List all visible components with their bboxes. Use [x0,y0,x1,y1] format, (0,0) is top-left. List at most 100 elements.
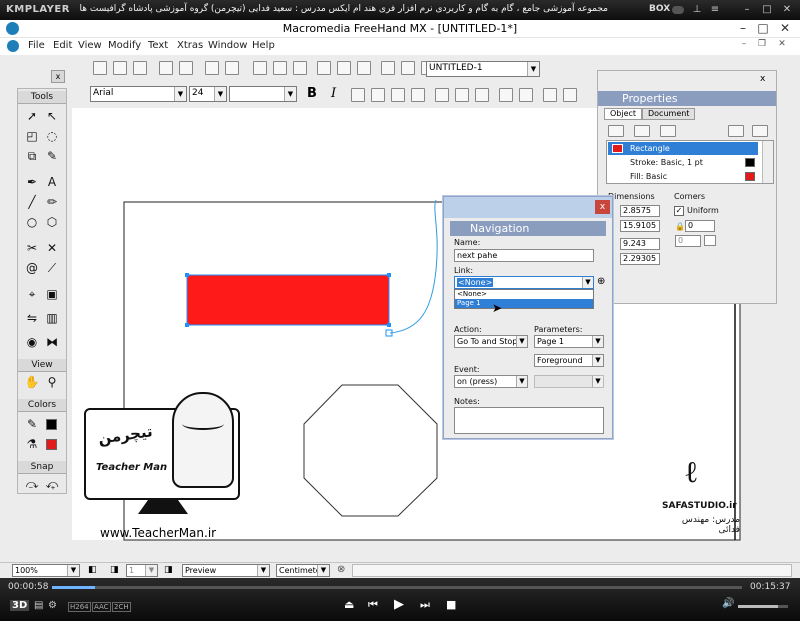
next-page-icon[interactable]: ◨ [110,565,119,575]
view-mode-select[interactable]: Preview ▼ [182,564,270,577]
tab-object[interactable]: Object [604,108,643,120]
corner-shape-icon[interactable] [704,235,716,246]
parameter-page-select[interactable]: Page 1 ▼ [534,335,604,348]
trace-icon[interactable]: ⌖ [24,287,40,301]
settings-icon[interactable]: ⚙ [48,600,57,611]
link-option-page1[interactable]: Page 1 [455,299,593,308]
pen-icon[interactable]: ✒ [24,175,40,189]
scale-icon[interactable]: ⧉ [24,149,40,163]
list-item-stroke[interactable]: Stroke: Basic, 1 pt [608,156,758,169]
properties-title: Properties [622,92,678,105]
chevron-down-icon[interactable]: ▼ [257,565,269,576]
snap-guide-icon[interactable]: ⤽ [44,477,60,491]
eyedropper-icon[interactable]: ✎ [44,149,60,163]
tab-document[interactable]: Document [642,108,696,120]
brush-icon[interactable]: ⟋ [44,261,60,275]
chevron-down-icon[interactable]: ▼ [516,376,527,387]
red-rectangle[interactable] [186,274,390,326]
stroke-icon[interactable]: ✎ [24,417,40,431]
chevron-down-icon[interactable]: ▼ [592,376,603,387]
knife-icon[interactable]: ✂ [24,241,40,255]
add-fill-icon[interactable] [634,125,650,137]
handle-bottom-left [185,323,189,327]
tools-close-button[interactable]: x [51,70,65,83]
ellipse-icon[interactable]: ○ [24,215,40,229]
zoom-icon[interactable]: ⚲ [44,375,60,389]
connector-icon[interactable]: ⧓ [44,335,60,349]
caricature-glasses [182,418,224,430]
trash-icon[interactable] [752,125,768,137]
add-effect-icon[interactable] [660,125,676,137]
hand-icon[interactable]: ✋ [24,375,40,389]
event-select[interactable]: on (press) ▼ [454,375,528,388]
freeform-icon[interactable]: ✕ [44,241,60,255]
chevron-down-icon[interactable]: ▼ [592,355,603,366]
link-select-value: <None> [457,278,494,287]
link-select[interactable]: <None> ▼ [454,276,594,289]
duplicate-icon[interactable] [728,125,744,137]
list-item-fill[interactable]: Fill: Basic [608,170,758,183]
lasso-icon[interactable]: ◌ [44,129,60,143]
chevron-down-icon[interactable]: ▼ [67,565,79,576]
page-select[interactable]: 1 ▼ [126,564,158,577]
subselect-icon[interactable]: ↖ [44,109,60,123]
volume-icon[interactable]: 🔊 [722,598,734,609]
h-field[interactable]: 2.29305 [620,253,660,265]
properties-close-button[interactable]: x [760,74,765,84]
playlist-icon[interactable]: ▤ [34,600,43,611]
stop-icon[interactable]: ■ [446,598,456,611]
notes-textarea[interactable] [454,407,604,434]
chevron-down-icon[interactable]: ▼ [317,565,329,576]
pencil-icon[interactable]: ✏ [44,195,60,209]
zoom-select[interactable]: 100% ▼ [12,564,80,577]
corner-radius-field[interactable]: 0 [685,220,715,232]
chevron-down-icon[interactable]: ▼ [516,336,527,347]
perspective-icon[interactable]: ▣ [44,287,60,301]
next-icon[interactable]: ⏭ [420,598,430,612]
badge-3d[interactable]: 3D [10,600,30,611]
navigation-close-button[interactable]: x [595,200,610,214]
fill-icon[interactable]: ⚗ [24,437,40,451]
previous-icon[interactable]: ⏮ [368,598,378,612]
page-tool-icon[interactable]: ◰ [24,129,40,143]
pointer-icon[interactable]: ➚ [24,109,40,123]
stroke-color-swatch[interactable] [46,419,57,430]
last-page-icon[interactable]: ◨ [164,565,173,575]
view-header: View [18,359,66,372]
spiral-icon[interactable]: @ [24,261,40,275]
reflect-icon[interactable]: ⇋ [24,311,40,325]
link-globe-icon[interactable]: ⊕ [597,276,605,287]
seek-bar[interactable] [52,586,742,589]
chevron-down-icon[interactable]: ▼ [145,565,157,576]
octagon-shape[interactable] [303,384,438,517]
action-select[interactable]: Go To and Stop ▼ [454,335,528,348]
play-icon[interactable]: ▶ [394,597,404,612]
parameter-layer-select[interactable]: Foreground ▼ [534,354,604,367]
fill-color-swatch[interactable] [46,439,57,450]
corner-radius-field-2[interactable]: 0 [675,235,701,247]
navigation-header: Navigation [450,221,606,236]
cancel-icon[interactable]: ⊗ [337,564,345,575]
eject-icon[interactable]: ⏏ [344,598,354,611]
volume-slider[interactable] [738,605,788,608]
name-field[interactable]: next pahe [454,249,594,262]
list-scrollbar[interactable] [762,141,773,183]
text-tool-icon[interactable]: A [44,175,60,189]
units-select[interactable]: Centimeter ▼ [276,564,330,577]
link-icon[interactable]: ◉ [24,335,40,349]
snap-point-icon[interactable]: ⤼ [24,477,40,491]
polygon-icon[interactable]: ⬡ [44,215,60,229]
prev-page-icon[interactable]: ◧ [88,565,97,575]
event-secondary-select[interactable]: ▼ [534,375,604,388]
w-field[interactable]: 9.243 [620,238,660,250]
uniform-checkbox[interactable]: ✓ [674,206,684,216]
add-stroke-icon[interactable] [608,125,624,137]
chart-icon[interactable]: ▥ [44,311,60,325]
list-item-rectangle[interactable]: Rectangle [608,142,758,155]
chevron-down-icon[interactable]: ▼ [582,277,593,288]
y-field[interactable]: 15.9105 [620,220,660,232]
link-option-none[interactable]: <None> [455,290,593,299]
x-field[interactable]: 2.8575 [620,205,660,217]
chevron-down-icon[interactable]: ▼ [592,336,603,347]
line-icon[interactable]: ╱ [24,195,40,209]
